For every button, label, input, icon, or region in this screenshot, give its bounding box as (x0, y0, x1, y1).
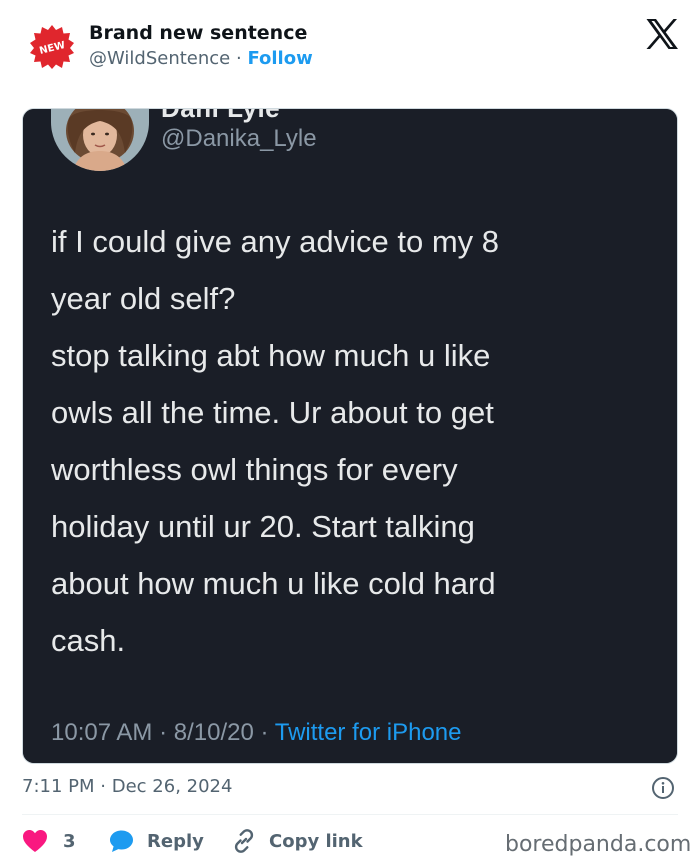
tweet-line: if I could give any advice to my 8 (51, 224, 500, 259)
divider (22, 814, 678, 815)
x-logo-icon[interactable] (645, 18, 679, 50)
tweet-embed-card: NEW Brand new sentence @WildSentence · F… (0, 0, 700, 867)
like-count: 3 (63, 830, 76, 852)
embedded-date: 8/10/20 (173, 719, 254, 746)
watermark: boredpanda.com (505, 832, 692, 857)
tweet-line: stop talking abt how much u like (51, 338, 491, 373)
embedded-tweet: Dani Lyle @Danika_Lyle if I could give a… (23, 108, 677, 763)
tweet-line: year old self? (51, 281, 236, 316)
embedded-tweet-text: if I could give any advice to my 8 year … (51, 213, 661, 669)
avatar[interactable]: NEW (29, 24, 75, 70)
timestamp-separator: · (100, 776, 106, 797)
tweet-header: NEW Brand new sentence @WildSentence · F… (0, 0, 700, 95)
new-badge-icon: NEW (30, 25, 74, 69)
handle-separator: · (235, 48, 242, 69)
copy-link-button[interactable]: Copy link (231, 826, 363, 856)
post-date: Dec 26, 2024 (111, 776, 233, 797)
author-handle[interactable]: @WildSentence (89, 48, 230, 69)
follow-button[interactable]: Follow (247, 48, 312, 69)
reply-button[interactable]: Reply (109, 826, 204, 856)
info-icon[interactable] (651, 776, 675, 800)
author-handle-row: @WildSentence · Follow (89, 48, 313, 69)
tweet-paragraph: if I could give any advice to my 8 year … (51, 213, 661, 327)
tweet-line: holiday until ur 20. Start talking (51, 509, 475, 544)
embedded-author-handle: @Danika_Lyle (161, 125, 317, 152)
tweet-line: worthless owl things for every (51, 452, 458, 487)
tweet-paragraph: stop talking abt how much u like owls al… (51, 327, 661, 669)
heart-icon (23, 830, 47, 852)
meta-separator: · (260, 719, 269, 746)
like-button[interactable]: 3 (22, 826, 76, 856)
tweet-line: about how much u like cold hard (51, 566, 496, 601)
tweet-line: owls all the time. Ur about to get (51, 395, 494, 430)
tweet-line: cash. (51, 623, 126, 658)
embedded-avatar (51, 109, 149, 171)
author-name[interactable]: Brand new sentence (89, 22, 307, 44)
embedded-tweet-meta: 10:07 AM · 8/10/20 · Twitter for iPhone (51, 719, 461, 747)
post-time: 7:11 PM (22, 776, 95, 797)
reply-label: Reply (147, 830, 204, 852)
meta-separator: · (159, 719, 168, 746)
embedded-tweet-screenshot[interactable]: Dani Lyle @Danika_Lyle if I could give a… (22, 108, 678, 764)
embedded-time: 10:07 AM (51, 719, 153, 746)
embedded-author-name: Dani Lyle (161, 108, 281, 123)
link-icon (234, 829, 254, 853)
copy-link-label: Copy link (269, 830, 363, 852)
post-timestamp[interactable]: 7:11 PM · Dec 26, 2024 (22, 776, 232, 797)
embedded-source: Twitter for iPhone (274, 719, 462, 746)
reply-bubble-icon (110, 830, 133, 852)
